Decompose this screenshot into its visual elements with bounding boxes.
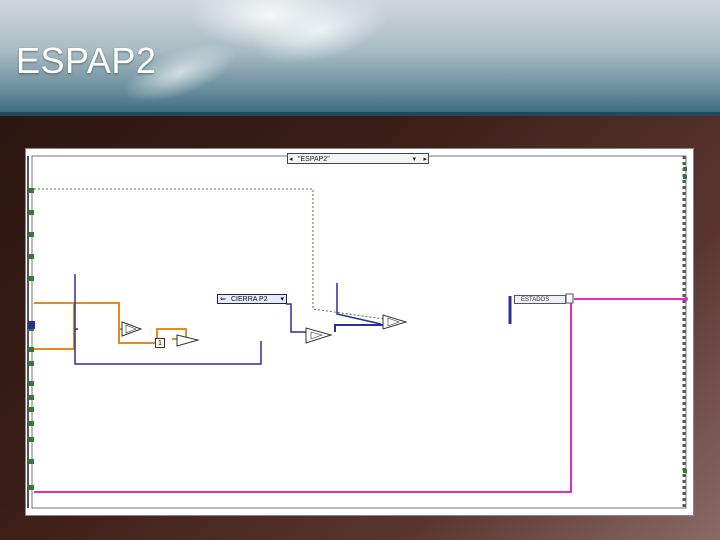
decrement-arrow-icon[interactable]: ◂ [289, 154, 293, 165]
terminal[interactable] [29, 421, 34, 426]
case-selector[interactable]: ◂ "ESPAP2" ▾ ▸ [287, 153, 429, 164]
terminal-blue[interactable] [28, 321, 35, 329]
terminal[interactable] [29, 210, 34, 215]
terminal[interactable] [29, 232, 34, 237]
header-divider [0, 112, 720, 116]
terminal[interactable] [29, 361, 34, 366]
arrow-left-icon: ⇐ [220, 296, 226, 303]
block-diagram: ◂ "ESPAP2" ▾ ▸ ⇐ CIERRA P2 ▾ ESTADOS 1 [25, 148, 694, 516]
wire-orange [34, 302, 124, 330]
node-greater[interactable] [121, 321, 143, 337]
wire-blue [74, 274, 262, 365]
chevron-down-icon[interactable]: ▾ [412, 154, 416, 165]
wire-blue [334, 324, 386, 332]
wire-boolean-dotted [34, 188, 399, 322]
wire-pink [34, 299, 572, 493]
enum-constant[interactable]: ⇐ CIERRA P2 ▾ [217, 294, 287, 304]
terminal[interactable] [29, 407, 34, 412]
increment-arrow-icon[interactable]: ▸ [423, 154, 427, 165]
terminal[interactable] [683, 469, 687, 473]
slide-title: ESPAP2 [16, 40, 157, 81]
terminal[interactable] [29, 485, 34, 490]
terminal[interactable] [29, 347, 34, 352]
numeric-constant-value: 1 [158, 340, 162, 347]
wire-junction [684, 297, 688, 301]
unbundle-node[interactable] [565, 293, 574, 304]
wire-orange [34, 343, 75, 350]
terminal[interactable] [29, 276, 34, 281]
terminal[interactable] [29, 459, 34, 464]
terminal[interactable] [29, 395, 34, 400]
terminal[interactable] [683, 175, 687, 179]
terminal[interactable] [29, 188, 34, 193]
chevron-down-icon[interactable]: ▾ [280, 295, 284, 305]
terminal[interactable] [29, 381, 34, 386]
enum-constant-label: CIERRA P2 [231, 296, 268, 303]
terminal[interactable] [29, 437, 34, 442]
numeric-constant[interactable]: 1 [155, 338, 165, 348]
node-add[interactable] [176, 334, 200, 347]
terminal[interactable] [29, 254, 34, 259]
node-compare[interactable] [382, 314, 408, 330]
node-select[interactable] [305, 327, 333, 344]
case-selector-label: "ESPAP2" [298, 156, 330, 163]
terminal[interactable] [683, 167, 687, 171]
block-diagram-canvas [27, 155, 688, 509]
cluster-constant[interactable]: ESTADOS [514, 295, 566, 304]
cluster-label: ESTADOS [521, 297, 550, 303]
